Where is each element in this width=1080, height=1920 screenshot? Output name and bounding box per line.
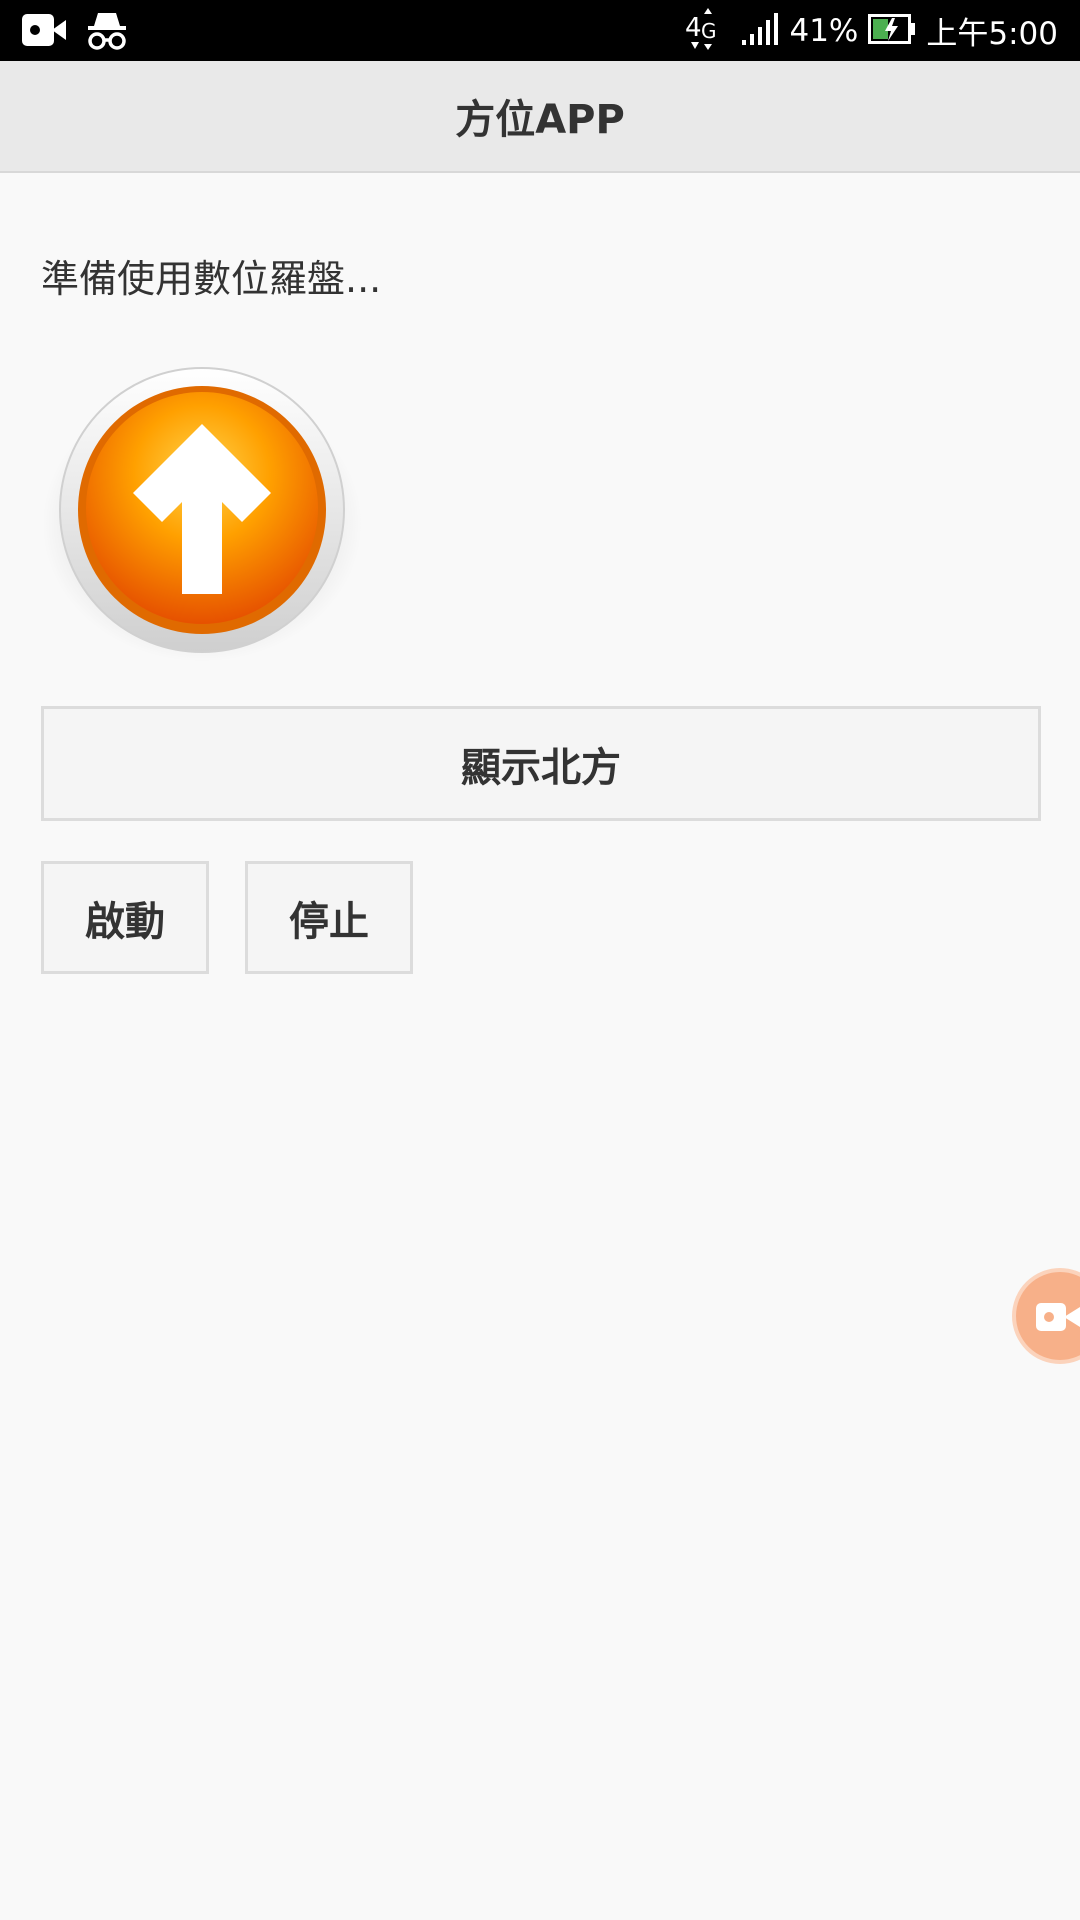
app-screen: 4 G 41% 上午5:00 方位APP 準備使用數位羅盤... 顯示北方 啟動…	[0, 0, 1080, 1920]
network-4g-icon: 4 G	[685, 7, 719, 54]
clock: 上午5:00	[926, 16, 1058, 52]
signal-icon	[741, 12, 779, 50]
status-bar-right: 4 G 41% 上午5:00	[685, 0, 1058, 61]
battery-charging-icon	[868, 13, 916, 48]
stop-button[interactable]: 停止	[245, 861, 413, 974]
app-title: 方位APP	[455, 97, 625, 143]
incognito-icon	[86, 10, 128, 56]
status-message: 準備使用數位羅盤...	[41, 257, 382, 301]
action-bar: 方位APP	[0, 61, 1080, 173]
show-north-button[interactable]: 顯示北方	[41, 706, 1041, 821]
screen-recorder-icon	[1036, 1299, 1080, 1339]
screen-recorder-button[interactable]	[1012, 1268, 1080, 1364]
svg-text:G: G	[701, 19, 717, 43]
svg-text:4: 4	[685, 13, 702, 43]
video-camera-icon	[22, 12, 66, 52]
status-bar: 4 G 41% 上午5:00	[0, 0, 1080, 61]
start-button[interactable]: 啟動	[41, 861, 209, 974]
compass-arrow-icon	[42, 362, 362, 662]
battery-percent: 41%	[789, 12, 859, 49]
